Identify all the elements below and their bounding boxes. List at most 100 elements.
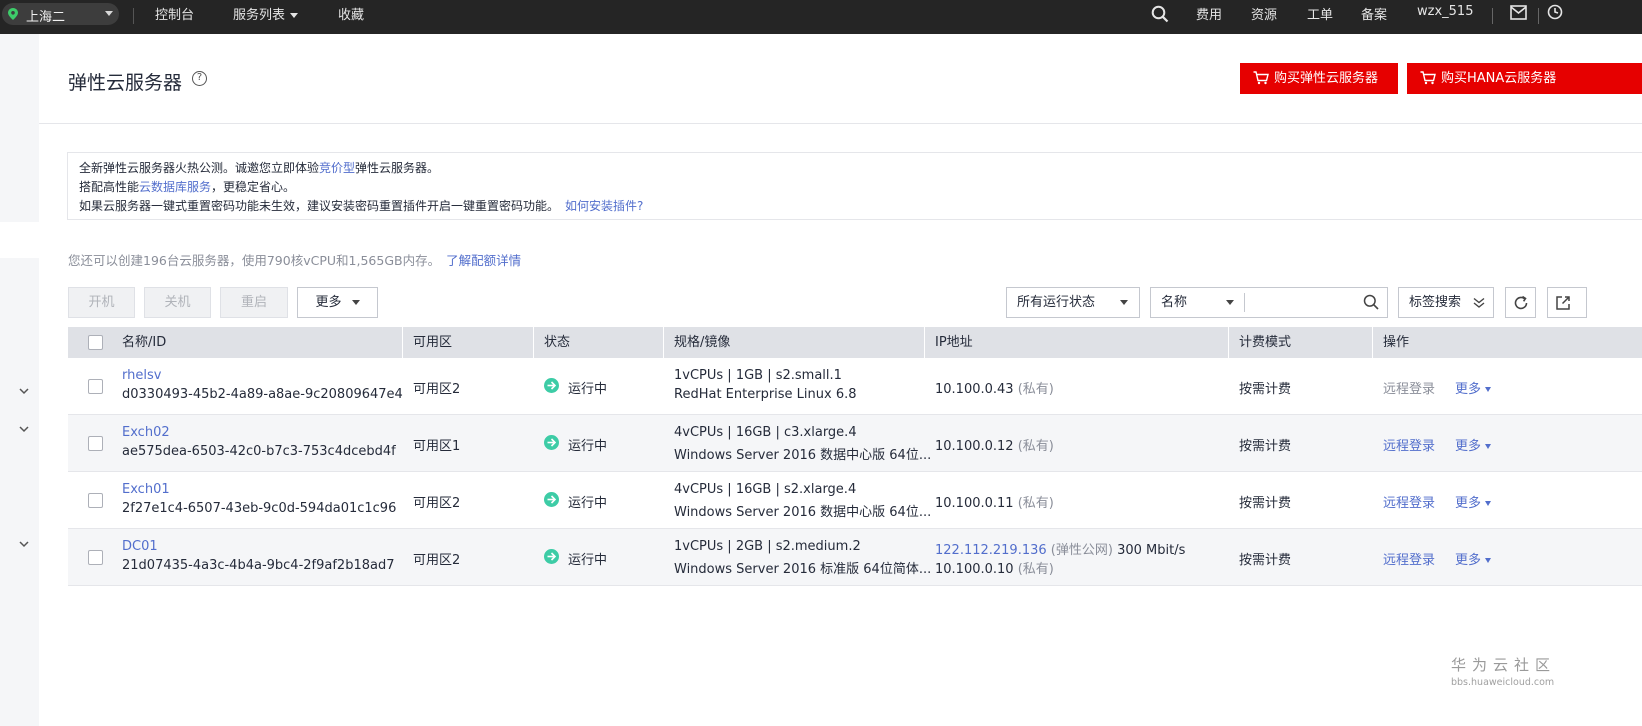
- chevron-down-icon[interactable]: [19, 426, 29, 433]
- more-actions-button[interactable]: 更多: [297, 287, 378, 318]
- table-row: DC01 21d07435-4a3c-4b4a-9bc4-2f9af2b18ad…: [68, 529, 1642, 586]
- nav-service-list[interactable]: 服务列表: [233, 4, 299, 23]
- search-field-select[interactable]: 名称: [1150, 287, 1245, 318]
- refresh-icon: [1514, 295, 1528, 310]
- running-status-icon: [544, 378, 559, 393]
- quota-details-link[interactable]: 了解配额详情: [446, 253, 521, 268]
- notice-line-2: 搭配高性能云数据库服务，更稳定省心。: [79, 178, 1642, 197]
- row-checkbox[interactable]: [88, 493, 103, 508]
- more-actions-label: 更多: [315, 295, 342, 310]
- chevron-down-icon: [1485, 558, 1492, 563]
- nav-console[interactable]: 控制台: [155, 4, 194, 23]
- eip-link[interactable]: 122.112.219.136: [935, 543, 1047, 558]
- remote-login-link[interactable]: 远程登录: [1383, 378, 1435, 397]
- server-zone: 可用区1: [413, 439, 461, 454]
- col-status: 状态: [544, 335, 571, 350]
- help-icon[interactable]: ?: [192, 71, 207, 86]
- col-name-id: 名称/ID: [122, 335, 167, 350]
- server-ip: 10.100.0.11 (私有): [935, 492, 1054, 511]
- install-plugin-link[interactable]: 如何安装插件?: [565, 199, 643, 213]
- buy-hana-button[interactable]: 购买HANA云服务器: [1407, 63, 1642, 94]
- buy-hana-label: 购买HANA云服务器: [1441, 71, 1557, 86]
- row-more-menu[interactable]: 更多: [1455, 435, 1492, 454]
- region-selector[interactable]: 上海二: [2, 3, 119, 25]
- chevron-down-icon[interactable]: [19, 541, 29, 548]
- start-button[interactable]: 开机: [68, 287, 135, 318]
- chevron-down-icon[interactable]: [19, 388, 29, 395]
- rds-link[interactable]: 云数据库服务: [139, 180, 211, 194]
- server-ip: 10.100.0.10 (私有): [935, 558, 1054, 577]
- row-more-label: 更多: [1455, 496, 1482, 511]
- row-checkbox[interactable]: [88, 436, 103, 451]
- nav-favorites[interactable]: 收藏: [338, 4, 364, 23]
- server-name-link[interactable]: DC01: [122, 539, 158, 554]
- search-field-value: 名称: [1161, 295, 1188, 310]
- server-spec: 1vCPUs | 2GB | s2.medium.2: [674, 539, 861, 554]
- remote-login-link[interactable]: 远程登录: [1383, 435, 1435, 454]
- ip-address: 10.100.0.11: [935, 496, 1014, 511]
- chevron-down-icon: [1485, 501, 1492, 506]
- row-checkbox[interactable]: [88, 550, 103, 565]
- col-zone: 可用区: [413, 335, 453, 350]
- export-button[interactable]: [1547, 287, 1587, 318]
- clock-icon[interactable]: [1547, 4, 1563, 20]
- server-id: ae575dea-6503-42c0-b7c3-753c4dcebd4f: [122, 444, 396, 459]
- restart-button[interactable]: 重启: [220, 287, 288, 318]
- server-spec: 4vCPUs | 16GB | c3.xlarge.4: [674, 425, 857, 440]
- stop-button[interactable]: 关机: [144, 287, 211, 318]
- running-status-icon: [544, 492, 559, 507]
- chevron-down-icon: [1485, 387, 1492, 392]
- row-more-menu[interactable]: 更多: [1455, 492, 1492, 511]
- buy-ecs-button[interactable]: 购买弹性云服务器: [1240, 63, 1398, 94]
- row-checkbox[interactable]: [88, 379, 103, 394]
- chevron-down-icon: [290, 13, 299, 18]
- column-divider: [663, 327, 664, 358]
- notice-line-1: 全新弹性云服务器火热公测。诚邀您立即体验竞价型弹性云服务器。: [79, 159, 1642, 178]
- watermark-title: 华为云社区: [1451, 656, 1557, 674]
- nav-filing[interactable]: 备案: [1361, 4, 1387, 23]
- chevron-down-icon: [1226, 300, 1234, 305]
- remote-login-link[interactable]: 远程登录: [1383, 492, 1435, 511]
- user-account[interactable]: wzx_515: [1417, 4, 1473, 19]
- mail-icon[interactable]: [1510, 5, 1527, 20]
- column-divider: [533, 327, 534, 358]
- ip-type-tag: (私有): [1017, 382, 1054, 397]
- row-more-label: 更多: [1455, 382, 1482, 397]
- column-divider: [402, 327, 403, 358]
- row-more-menu[interactable]: 更多: [1455, 549, 1492, 568]
- divider: [1244, 293, 1245, 312]
- ip-type-tag: (私有): [1017, 562, 1054, 577]
- search-icon[interactable]: [1151, 5, 1169, 23]
- remote-login-link[interactable]: 远程登录: [1383, 549, 1435, 568]
- row-more-menu[interactable]: 更多: [1455, 378, 1492, 397]
- server-status: 运行中: [568, 496, 608, 511]
- server-name-link[interactable]: rhelsv: [122, 368, 161, 383]
- ip-address: 10.100.0.12: [935, 439, 1014, 454]
- row-more-label: 更多: [1455, 553, 1482, 568]
- table-header: 名称/ID 可用区 状态 规格/镜像 IP地址 计费模式 操作: [68, 327, 1642, 358]
- cart-icon: [1253, 71, 1269, 85]
- notice-line-3: 如果云服务器一键式重置密码功能未生效，建议安装密码重置插件开启一键重置密码功能。…: [79, 197, 1642, 216]
- tag-search-button[interactable]: 标签搜索: [1398, 287, 1494, 318]
- refresh-button[interactable]: [1505, 287, 1536, 318]
- page-title: 弹性云服务器: [68, 72, 183, 94]
- sidebar-gap: [0, 222, 39, 258]
- server-name-link[interactable]: Exch01: [122, 482, 170, 497]
- server-image: RedHat Enterprise Linux 6.8: [674, 387, 857, 402]
- select-all-checkbox[interactable]: [88, 335, 103, 350]
- status-filter-select[interactable]: 所有运行状态: [1006, 287, 1140, 318]
- divider: [1538, 8, 1539, 24]
- nav-resources[interactable]: 资源: [1251, 4, 1277, 23]
- server-id: 21d07435-4a3c-4b4a-9bc4-2f9af2b18ad7: [122, 558, 395, 573]
- chevron-down-icon: [105, 11, 113, 16]
- nav-billing[interactable]: 费用: [1196, 4, 1222, 23]
- server-id: 2f27e1c4-6507-43eb-9c0d-594da01c1c96: [122, 501, 397, 516]
- spot-instance-link[interactable]: 竞价型: [319, 161, 355, 175]
- running-status-icon: [544, 549, 559, 564]
- table-row: Exch01 2f27e1c4-6507-43eb-9c0d-594da01c1…: [68, 472, 1642, 529]
- table-row: Exch02 ae575dea-6503-42c0-b7c3-753c4dceb…: [68, 415, 1642, 472]
- quota-text: 您还可以创建196台云服务器，使用790核vCPU和1,565GB内存。: [68, 253, 441, 268]
- search-icon[interactable]: [1363, 294, 1379, 310]
- server-name-link[interactable]: Exch02: [122, 425, 170, 440]
- nav-tickets[interactable]: 工单: [1307, 4, 1333, 23]
